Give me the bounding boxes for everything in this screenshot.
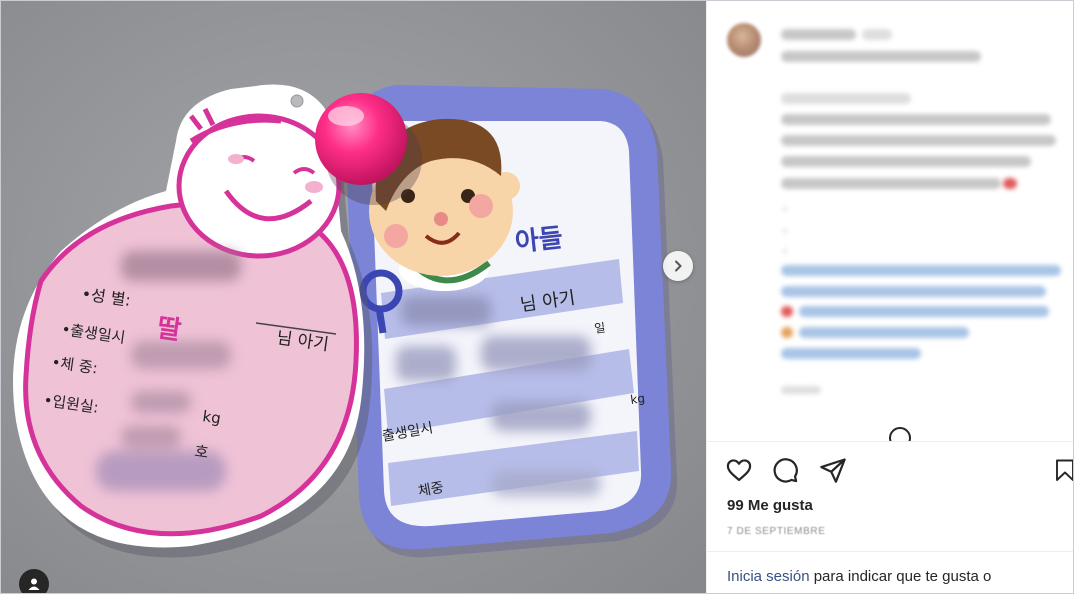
login-link[interactable]: Inicia sesión [727, 568, 810, 585]
tagged-users-button[interactable] [19, 569, 49, 593]
pink-gender-value: 딸 [155, 313, 183, 346]
caption-line [781, 135, 1056, 146]
caption-dot [783, 249, 787, 253]
next-photo-button[interactable] [663, 251, 693, 281]
chevron-right-icon [675, 260, 682, 272]
user-tag-icon [28, 578, 40, 590]
login-prompt: Inicia sesión para indicar que te gusta … [707, 551, 1073, 593]
caption-line [781, 51, 981, 62]
hashtag-emoji [781, 327, 793, 338]
likes-count[interactable]: 99 Me gusta [727, 497, 813, 514]
caption-line [781, 114, 1051, 125]
username-suffix-blurred [862, 29, 892, 40]
caption-time [781, 386, 821, 394]
blue-tag-title: 아들 [514, 223, 565, 258]
username-blurred[interactable] [781, 29, 856, 40]
heart-emoji [1003, 178, 1017, 189]
caption-line [781, 93, 911, 104]
blue-tag-kg: kg [629, 391, 645, 407]
hashtag-line[interactable] [781, 286, 1046, 297]
comment-icon[interactable] [771, 456, 799, 484]
hashtag-line[interactable] [799, 327, 969, 338]
caption-dot [783, 229, 787, 233]
photo-illustration: 아들 님 아기 일 출생일시 체중 kg •성 별: 딸 님 아기 •출생일시 … [1, 1, 706, 593]
caption-line [781, 156, 1031, 167]
caption-line [781, 178, 1001, 189]
instagram-post-frame: 아들 님 아기 일 출생일시 체중 kg •성 별: 딸 님 아기 •출생일시 … [0, 0, 1074, 594]
post-actions: 99 Me gusta 7 DE SEPTIEMBRE [707, 441, 1074, 552]
blue-tag-day: 일 [593, 321, 606, 336]
post-side-panel: 99 Me gusta 7 DE SEPTIEMBRE Inicia sesió… [706, 1, 1074, 593]
pink-ho: 호 [193, 442, 209, 462]
bookmark-icon[interactable] [1053, 456, 1074, 484]
hashtag-line[interactable] [799, 306, 1049, 317]
login-prompt-rest: para indicar que te gusta o [813, 568, 992, 585]
caption-area [707, 1, 1073, 441]
hashtag-line[interactable] [781, 265, 1061, 276]
caption-dot [783, 207, 787, 211]
hashtag-line[interactable] [781, 348, 921, 359]
load-more-comments-button[interactable] [889, 427, 911, 441]
share-icon[interactable] [819, 456, 847, 484]
post-photo: 아들 님 아기 일 출생일시 체중 kg •성 별: 딸 님 아기 •출생일시 … [1, 1, 706, 593]
hashtag-emoji [781, 306, 793, 317]
heart-icon[interactable] [725, 456, 753, 484]
avatar[interactable] [727, 23, 761, 57]
pink-kg: kg [201, 407, 222, 427]
login-prompt-text: Inicia sesión para indicar que te gusta … [727, 568, 991, 585]
post-date: 7 DE SEPTIEMBRE [727, 526, 826, 537]
